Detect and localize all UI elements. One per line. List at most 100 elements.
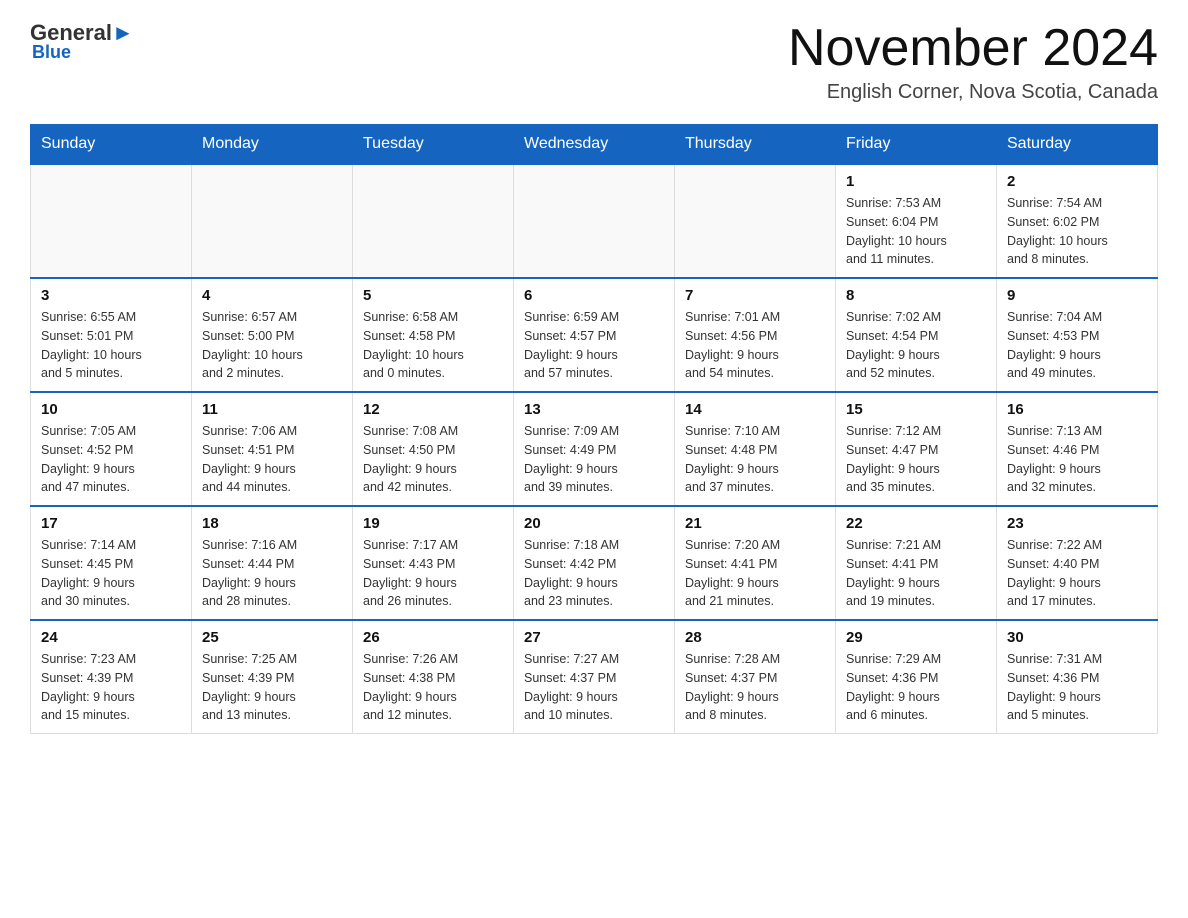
calendar-cell: 19 Sunrise: 7:17 AM Sunset: 4:43 PM Dayli…: [353, 506, 514, 620]
calendar-cell: 5Sunrise: 6:58 AM Sunset: 4:58 PM Daylig…: [353, 278, 514, 392]
day-info: Sunrise: 7:18 AM Sunset: 4:42 PM Dayligh…: [524, 536, 664, 611]
weekday-header-saturday: Saturday: [997, 125, 1158, 165]
calendar-cell: 4 Sunrise: 6:57 AM Sunset: 5:00 PM Daylig…: [192, 278, 353, 392]
day-info: Sunrise: 7:20 AM Sunset: 4:41 PM Dayligh…: [685, 536, 825, 611]
day-info: Sunrise: 7:27 AM Sunset: 4:37 PM Dayligh…: [524, 650, 664, 725]
weekday-header-thursday: Thursday: [675, 125, 836, 165]
day-number: 28: [685, 629, 825, 646]
day-info: Sunrise: 7:17 AM Sunset: 4:43 PM Dayligh…: [363, 536, 503, 611]
day-number: 9: [1007, 287, 1147, 304]
day-number: 29: [846, 629, 986, 646]
weekday-header-wednesday: Wednesday: [514, 125, 675, 165]
calendar-cell: 13 Sunrise: 7:09 AM Sunset: 4:49 PM Dayli…: [514, 392, 675, 506]
calendar-cell: [675, 164, 836, 278]
day-number: 11: [202, 401, 342, 418]
day-info: Sunrise: 6:57 AM Sunset: 5:00 PM Dayligh…: [202, 308, 342, 383]
day-info: Sunrise: 6:59 AM Sunset: 4:57 PM Dayligh…: [524, 308, 664, 383]
day-number: 21: [685, 515, 825, 532]
calendar-cell: 29 Sunrise: 7:29 AM Sunset: 4:36 PM Dayli…: [836, 620, 997, 734]
day-number: 10: [41, 401, 181, 418]
calendar-cell: 7Sunrise: 7:01 AM Sunset: 4:56 PM Daylig…: [675, 278, 836, 392]
calendar-cell: [514, 164, 675, 278]
calendar-cell: 24 Sunrise: 7:23 AM Sunset: 4:39 PM Dayli…: [31, 620, 192, 734]
day-info: Sunrise: 7:31 AM Sunset: 4:36 PM Dayligh…: [1007, 650, 1147, 725]
calendar-cell: 9Sunrise: 7:04 AM Sunset: 4:53 PM Daylig…: [997, 278, 1158, 392]
calendar-cell: 26 Sunrise: 7:26 AM Sunset: 4:38 PM Dayli…: [353, 620, 514, 734]
calendar-cell: 20 Sunrise: 7:18 AM Sunset: 4:42 PM Dayli…: [514, 506, 675, 620]
calendar-week-row: 3Sunrise: 6:55 AM Sunset: 5:01 PM Daylig…: [31, 278, 1158, 392]
logo: General ► Blue: [30, 20, 134, 63]
day-number: 20: [524, 515, 664, 532]
day-info: Sunrise: 7:26 AM Sunset: 4:38 PM Dayligh…: [363, 650, 503, 725]
day-info: Sunrise: 7:09 AM Sunset: 4:49 PM Dayligh…: [524, 422, 664, 497]
day-info: Sunrise: 7:13 AM Sunset: 4:46 PM Dayligh…: [1007, 422, 1147, 497]
calendar-cell: [31, 164, 192, 278]
day-number: 13: [524, 401, 664, 418]
day-number: 23: [1007, 515, 1147, 532]
calendar-week-row: 1 Sunrise: 7:53 AM Sunset: 6:04 PM Daylig…: [31, 164, 1158, 278]
calendar-cell: 15Sunrise: 7:12 AM Sunset: 4:47 PM Dayli…: [836, 392, 997, 506]
calendar-cell: 16 Sunrise: 7:13 AM Sunset: 4:46 PM Dayli…: [997, 392, 1158, 506]
day-info: Sunrise: 7:22 AM Sunset: 4:40 PM Dayligh…: [1007, 536, 1147, 611]
weekday-header-tuesday: Tuesday: [353, 125, 514, 165]
location-label: English Corner, Nova Scotia, Canada: [788, 81, 1158, 104]
day-number: 1: [846, 173, 986, 190]
day-info: Sunrise: 7:29 AM Sunset: 4:36 PM Dayligh…: [846, 650, 986, 725]
day-number: 24: [41, 629, 181, 646]
calendar-cell: 1 Sunrise: 7:53 AM Sunset: 6:04 PM Daylig…: [836, 164, 997, 278]
day-number: 18: [202, 515, 342, 532]
calendar-table: SundayMondayTuesdayWednesdayThursdayFrid…: [30, 124, 1158, 734]
calendar-cell: 8 Sunrise: 7:02 AM Sunset: 4:54 PM Daylig…: [836, 278, 997, 392]
day-info: Sunrise: 7:10 AM Sunset: 4:48 PM Dayligh…: [685, 422, 825, 497]
logo-blue-text: ►: [112, 20, 134, 46]
day-info: Sunrise: 7:28 AM Sunset: 4:37 PM Dayligh…: [685, 650, 825, 725]
day-number: 16: [1007, 401, 1147, 418]
calendar-cell: 10 Sunrise: 7:05 AM Sunset: 4:52 PM Dayli…: [31, 392, 192, 506]
day-info: Sunrise: 7:16 AM Sunset: 4:44 PM Dayligh…: [202, 536, 342, 611]
day-number: 14: [685, 401, 825, 418]
calendar-cell: [353, 164, 514, 278]
day-number: 26: [363, 629, 503, 646]
logo-blue-label: Blue: [32, 42, 71, 63]
day-number: 17: [41, 515, 181, 532]
calendar-cell: 22Sunrise: 7:21 AM Sunset: 4:41 PM Dayli…: [836, 506, 997, 620]
day-number: 25: [202, 629, 342, 646]
calendar-cell: 17 Sunrise: 7:14 AM Sunset: 4:45 PM Dayli…: [31, 506, 192, 620]
weekday-header-row: SundayMondayTuesdayWednesdayThursdayFrid…: [31, 125, 1158, 165]
calendar-cell: 14 Sunrise: 7:10 AM Sunset: 4:48 PM Dayli…: [675, 392, 836, 506]
day-info: Sunrise: 7:25 AM Sunset: 4:39 PM Dayligh…: [202, 650, 342, 725]
day-number: 2: [1007, 173, 1147, 190]
month-title: November 2024: [788, 20, 1158, 77]
day-number: 4: [202, 287, 342, 304]
day-info: Sunrise: 7:53 AM Sunset: 6:04 PM Dayligh…: [846, 194, 986, 269]
day-number: 19: [363, 515, 503, 532]
calendar-cell: 11 Sunrise: 7:06 AM Sunset: 4:51 PM Dayli…: [192, 392, 353, 506]
day-info: Sunrise: 7:08 AM Sunset: 4:50 PM Dayligh…: [363, 422, 503, 497]
day-number: 22: [846, 515, 986, 532]
day-info: Sunrise: 7:23 AM Sunset: 4:39 PM Dayligh…: [41, 650, 181, 725]
calendar-cell: [192, 164, 353, 278]
day-number: 27: [524, 629, 664, 646]
day-number: 5: [363, 287, 503, 304]
day-number: 12: [363, 401, 503, 418]
calendar-cell: 21 Sunrise: 7:20 AM Sunset: 4:41 PM Dayli…: [675, 506, 836, 620]
day-info: Sunrise: 7:05 AM Sunset: 4:52 PM Dayligh…: [41, 422, 181, 497]
calendar-week-row: 10 Sunrise: 7:05 AM Sunset: 4:52 PM Dayli…: [31, 392, 1158, 506]
day-number: 8: [846, 287, 986, 304]
day-info: Sunrise: 7:06 AM Sunset: 4:51 PM Dayligh…: [202, 422, 342, 497]
weekday-header-monday: Monday: [192, 125, 353, 165]
weekday-header-sunday: Sunday: [31, 125, 192, 165]
day-info: Sunrise: 6:55 AM Sunset: 5:01 PM Dayligh…: [41, 308, 181, 383]
calendar-week-row: 24 Sunrise: 7:23 AM Sunset: 4:39 PM Dayli…: [31, 620, 1158, 734]
day-info: Sunrise: 7:14 AM Sunset: 4:45 PM Dayligh…: [41, 536, 181, 611]
day-info: Sunrise: 7:12 AM Sunset: 4:47 PM Dayligh…: [846, 422, 986, 497]
calendar-cell: 23 Sunrise: 7:22 AM Sunset: 4:40 PM Dayli…: [997, 506, 1158, 620]
title-section: November 2024 English Corner, Nova Scoti…: [788, 20, 1158, 104]
calendar-cell: 27 Sunrise: 7:27 AM Sunset: 4:37 PM Dayli…: [514, 620, 675, 734]
calendar-week-row: 17 Sunrise: 7:14 AM Sunset: 4:45 PM Dayli…: [31, 506, 1158, 620]
calendar-cell: 25 Sunrise: 7:25 AM Sunset: 4:39 PM Dayli…: [192, 620, 353, 734]
page-header: General ► Blue November 2024 English Cor…: [30, 20, 1158, 104]
calendar-cell: 6Sunrise: 6:59 AM Sunset: 4:57 PM Daylig…: [514, 278, 675, 392]
day-info: Sunrise: 7:02 AM Sunset: 4:54 PM Dayligh…: [846, 308, 986, 383]
day-number: 7: [685, 287, 825, 304]
